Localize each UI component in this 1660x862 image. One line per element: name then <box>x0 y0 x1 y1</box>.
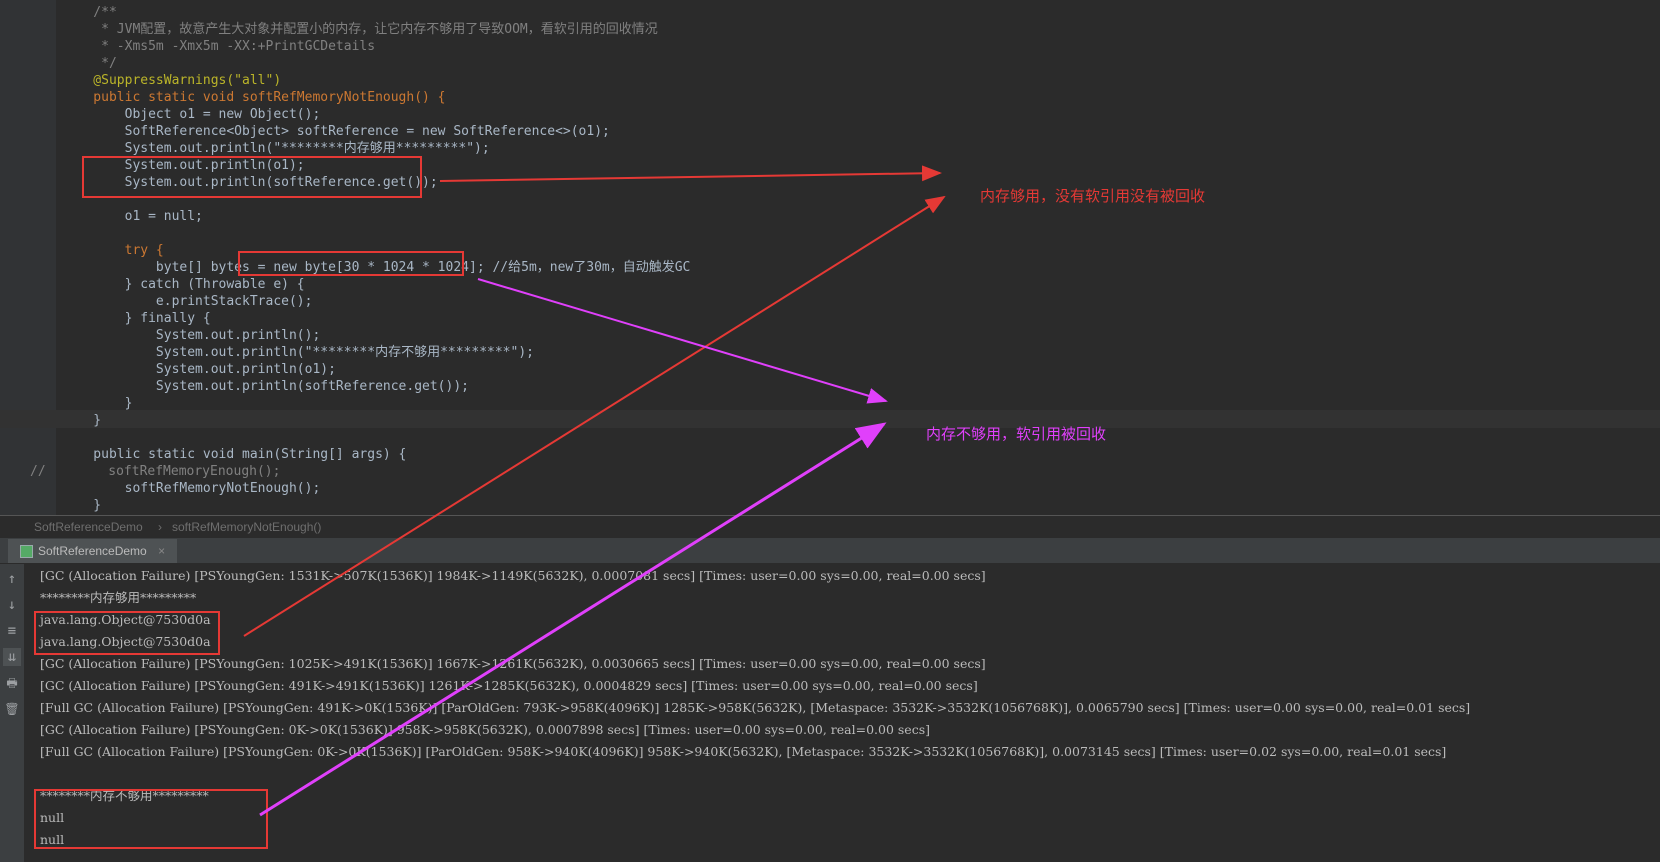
annotation-memory-enough: 内存够用，没有软引用没有被回收 <box>980 188 1206 205</box>
arrow-code-to-enough-note <box>439 165 942 182</box>
annotation-memory-not-enough: 内存不够用，软引用被回收 <box>926 426 1107 443</box>
arrow-code-to-not-enough-note <box>477 278 888 404</box>
arrow-output-to-not-enough-note <box>259 422 887 817</box>
annotation-arrows <box>243 165 946 817</box>
arrow-output-to-enough-note <box>243 195 946 637</box>
